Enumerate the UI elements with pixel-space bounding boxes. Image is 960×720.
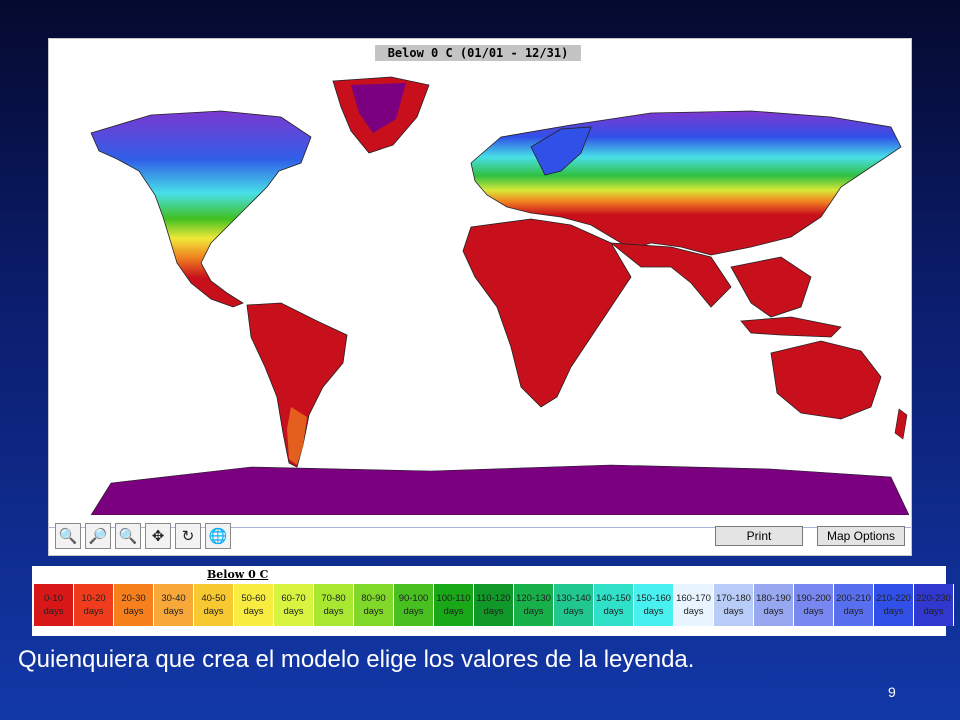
map-title: Below 0 C (01/01 - 12/31) xyxy=(375,45,581,61)
legend-item: 140-150 days xyxy=(594,584,634,626)
zoom-in-icon: 🔍 xyxy=(58,528,78,545)
legend-item: 10-20 days xyxy=(74,584,114,626)
legend-item: 100-110 days xyxy=(434,584,474,626)
world-map[interactable] xyxy=(51,67,909,515)
globe-button[interactable]: 🌐 xyxy=(205,523,231,549)
patagonia xyxy=(287,407,307,465)
legend-item: 160-170 days xyxy=(674,584,714,626)
legend-panel: Below 0 C 0-10 days 10-20 days 20-30 days 3… xyxy=(32,566,954,636)
pan-icon: ✥ xyxy=(151,528,165,545)
slide-caption: Quienquiera que crea el modelo elige los… xyxy=(18,646,695,673)
zoom-in-button[interactable]: 🔍 xyxy=(55,523,81,549)
legend-item: 80-90 days xyxy=(354,584,394,626)
legend-item: 70-80 days xyxy=(314,584,354,626)
north-america xyxy=(90,110,312,308)
legend-item: 120-130 days xyxy=(514,584,554,626)
legend-item: 200-210 days xyxy=(834,584,874,626)
globe-icon: 🌐 xyxy=(208,528,228,545)
world-map-svg xyxy=(90,76,909,515)
legend-item: 150-160 days xyxy=(634,584,674,626)
refresh-button[interactable]: ↻ xyxy=(175,523,201,549)
legend-item: 220-230 days xyxy=(914,584,954,626)
new-zealand xyxy=(894,408,908,440)
legend-swatches: 0-10 days 10-20 days 20-30 days 30-40 days 4… xyxy=(34,584,954,626)
antarctica xyxy=(90,464,909,515)
legend-item: 90-100 days xyxy=(394,584,434,626)
legend-item: 40-50 days xyxy=(194,584,234,626)
page-number: 9 xyxy=(888,684,896,700)
legend-item: 110-120 days xyxy=(474,584,514,626)
legend-item: 50-60 days xyxy=(234,584,274,626)
map-window: Below 0 C (01/01 - 12/31) 🔍 🔎 🔍 ✥ ↻ 🌐 Pr… xyxy=(48,38,912,556)
legend-item: 210-220 days xyxy=(874,584,914,626)
indonesia xyxy=(740,316,842,338)
refresh-icon: ↻ xyxy=(181,528,195,545)
zoom-out-icon: 🔍 xyxy=(118,528,138,545)
legend-item: 60-70 days xyxy=(274,584,314,626)
legend-item: 180-190 days xyxy=(754,584,794,626)
legend-item: 190-200 days xyxy=(794,584,834,626)
map-toolbar: 🔍 🔎 🔍 ✥ ↻ 🌐 Print Map Options xyxy=(51,521,909,555)
legend-title: Below 0 C xyxy=(207,568,269,581)
pan-button[interactable]: ✥ xyxy=(145,523,171,549)
zoom-box-button[interactable]: 🔎 xyxy=(85,523,111,549)
print-button[interactable]: Print xyxy=(715,526,803,546)
zoom-box-icon: 🔎 xyxy=(88,528,108,545)
legend-item: 130-140 days xyxy=(554,584,594,626)
legend-item: 30-40 days xyxy=(154,584,194,626)
zoom-out-button[interactable]: 🔍 xyxy=(115,523,141,549)
africa xyxy=(462,218,632,408)
map-options-button[interactable]: Map Options xyxy=(817,526,905,546)
southeast-asia xyxy=(730,256,812,318)
australia xyxy=(770,340,882,420)
legend-item: 20-30 days xyxy=(114,584,154,626)
legend-item: 170-180 days xyxy=(714,584,754,626)
legend-item: 0-10 days xyxy=(34,584,74,626)
